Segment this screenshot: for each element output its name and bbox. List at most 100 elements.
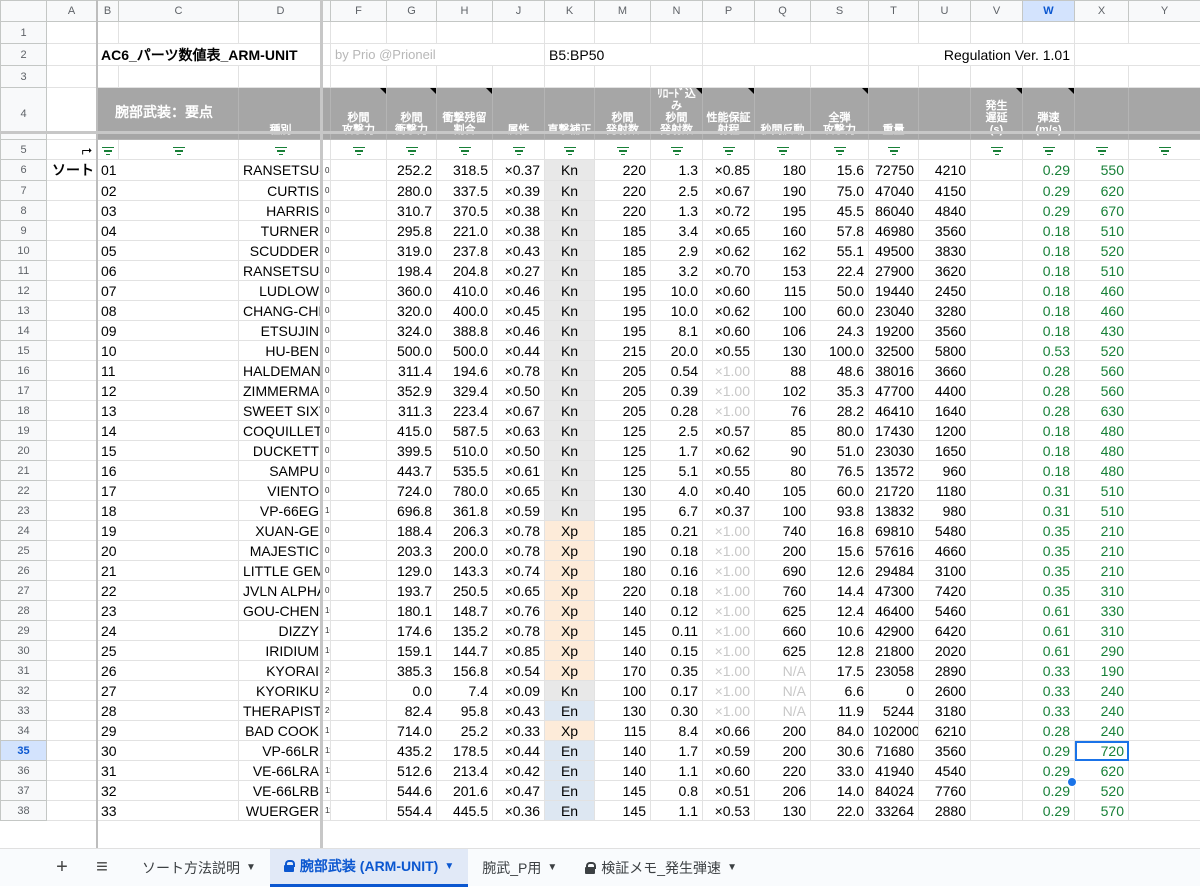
- reload-fire-rate[interactable]: ×1.00: [703, 581, 755, 601]
- weapon-kind[interactable]: 08-1:ニードルガン: [323, 481, 331, 501]
- total-attack[interactable]: 21720: [869, 481, 919, 501]
- attribute[interactable]: Kn: [545, 461, 595, 481]
- residual-ratio[interactable]: ×0.78: [493, 521, 545, 541]
- cell[interactable]: [971, 681, 1023, 701]
- effective-range[interactable]: 80: [755, 461, 811, 481]
- tab-arm-unit[interactable]: 腕部武装 (ARM-UNIT)▼: [270, 849, 468, 887]
- fire-rate[interactable]: 20.0: [651, 341, 703, 361]
- residual-ratio[interactable]: ×0.43: [493, 701, 545, 721]
- attribute[interactable]: En: [545, 801, 595, 821]
- cell[interactable]: [1129, 281, 1200, 301]
- weapon-name[interactable]: KYORAI: [239, 661, 323, 681]
- direct-hit[interactable]: 170: [595, 661, 651, 681]
- residual-ratio[interactable]: ×0.78: [493, 541, 545, 561]
- impact-per-sec[interactable]: 194.6: [437, 361, 493, 381]
- filter-button[interactable]: [1023, 140, 1075, 160]
- weight[interactable]: 4540: [919, 761, 971, 781]
- attribute[interactable]: Xp: [545, 561, 595, 581]
- weapon-kind[interactable]: 07-1:ハンドガン: [323, 421, 331, 441]
- effective-range[interactable]: N/A: [755, 661, 811, 681]
- weapon-kind[interactable]: 02-1:バーストライフル: [323, 160, 331, 181]
- weapon-name[interactable]: ZIMMERMAN: [239, 381, 323, 401]
- cell[interactable]: [47, 22, 97, 44]
- cell[interactable]: [1129, 781, 1200, 801]
- gap-cell[interactable]: [331, 201, 387, 221]
- impact-per-sec[interactable]: 410.0: [437, 281, 493, 301]
- fire-delay[interactable]: 0.28: [1023, 381, 1075, 401]
- fire-rate[interactable]: 0.54: [651, 361, 703, 381]
- weapon-name[interactable]: GOU-CHEN: [239, 601, 323, 621]
- cell[interactable]: [1129, 521, 1200, 541]
- row-header[interactable]: 11: [1, 261, 47, 281]
- residual-ratio[interactable]: ×0.46: [493, 321, 545, 341]
- projectile-speed[interactable]: 240: [1075, 681, 1129, 701]
- weapon-kind[interactable]: 11-1:レーザーライフル: [323, 741, 331, 761]
- projectile-speed[interactable]: 460: [1075, 281, 1129, 301]
- cell[interactable]: [595, 22, 651, 44]
- weight[interactable]: 7760: [919, 781, 971, 801]
- cell[interactable]: [1129, 341, 1200, 361]
- gap-cell[interactable]: [331, 241, 387, 261]
- weapon-kind[interactable]: 10-3:グレネード: [323, 641, 331, 661]
- item-number[interactable]: 05: [97, 241, 239, 261]
- cell[interactable]: [1129, 361, 1200, 381]
- total-attack[interactable]: 38016: [869, 361, 919, 381]
- tab-sort-explanation[interactable]: ソート方法説明▼: [128, 849, 270, 887]
- cell[interactable]: [971, 22, 1023, 44]
- total-attack[interactable]: 102000: [869, 721, 919, 741]
- cell[interactable]: [971, 421, 1023, 441]
- reload-fire-rate[interactable]: ×1.00: [703, 561, 755, 581]
- direct-hit[interactable]: 140: [595, 741, 651, 761]
- residual-ratio[interactable]: ×0.38: [493, 201, 545, 221]
- filter-button[interactable]: [811, 140, 869, 160]
- cell[interactable]: [1129, 241, 1200, 261]
- attribute[interactable]: Kn: [545, 501, 595, 521]
- reload-fire-rate[interactable]: ×1.00: [703, 681, 755, 701]
- cell[interactable]: [971, 301, 1023, 321]
- fire-delay[interactable]: 0.18: [1023, 421, 1075, 441]
- projectile-speed[interactable]: 520: [1075, 241, 1129, 261]
- reload-fire-rate[interactable]: ×1.00: [703, 361, 755, 381]
- residual-ratio[interactable]: ×0.44: [493, 341, 545, 361]
- item-number[interactable]: 25: [97, 641, 239, 661]
- residual-ratio[interactable]: ×0.46: [493, 281, 545, 301]
- recoil-per-sec[interactable]: 12.8: [811, 641, 869, 661]
- column-header[interactable]: U: [919, 1, 971, 22]
- row-header[interactable]: 14: [1, 321, 47, 341]
- weapon-name[interactable]: VP-66EG: [239, 501, 323, 521]
- weapon-name[interactable]: VP-66LR: [239, 741, 323, 761]
- fire-delay[interactable]: 0.33: [1023, 701, 1075, 721]
- cell[interactable]: [971, 66, 1023, 88]
- row-header[interactable]: 2: [1, 44, 47, 66]
- cell[interactable]: [811, 66, 869, 88]
- weapon-name[interactable]: IRIDIUM: [239, 641, 323, 661]
- attribute[interactable]: Kn: [545, 361, 595, 381]
- attribute[interactable]: Kn: [545, 261, 595, 281]
- filter-button[interactable]: [323, 140, 331, 160]
- attack-per-sec[interactable]: 385.3: [387, 661, 437, 681]
- weight[interactable]: 2890: [919, 661, 971, 681]
- row-header[interactable]: 3: [1, 66, 47, 88]
- cell[interactable]: [1129, 22, 1200, 44]
- total-attack[interactable]: 86040: [869, 201, 919, 221]
- gap-cell[interactable]: [331, 421, 387, 441]
- item-number[interactable]: 12: [97, 381, 239, 401]
- total-attack[interactable]: 23040: [869, 301, 919, 321]
- projectile-speed[interactable]: 310: [1075, 621, 1129, 641]
- weapon-kind[interactable]: 03-1:リニアライフル: [323, 181, 331, 201]
- weapon-name[interactable]: JVLN ALPHA: [239, 581, 323, 601]
- column-header[interactable]: G: [387, 1, 437, 22]
- attribute[interactable]: Xp: [545, 661, 595, 681]
- recoil-per-sec[interactable]: 22.0: [811, 801, 869, 821]
- reload-fire-rate[interactable]: ×0.62: [703, 301, 755, 321]
- cell[interactable]: [47, 561, 97, 581]
- impact-per-sec[interactable]: 213.4: [437, 761, 493, 781]
- item-number[interactable]: 27: [97, 681, 239, 701]
- impact-per-sec[interactable]: 135.2: [437, 621, 493, 641]
- attack-per-sec[interactable]: 415.0: [387, 421, 437, 441]
- row-header[interactable]: 33: [1, 701, 47, 721]
- impact-per-sec[interactable]: 95.8: [437, 701, 493, 721]
- row-header[interactable]: 12: [1, 281, 47, 301]
- item-number[interactable]: 07: [97, 281, 239, 301]
- impact-per-sec[interactable]: 587.5: [437, 421, 493, 441]
